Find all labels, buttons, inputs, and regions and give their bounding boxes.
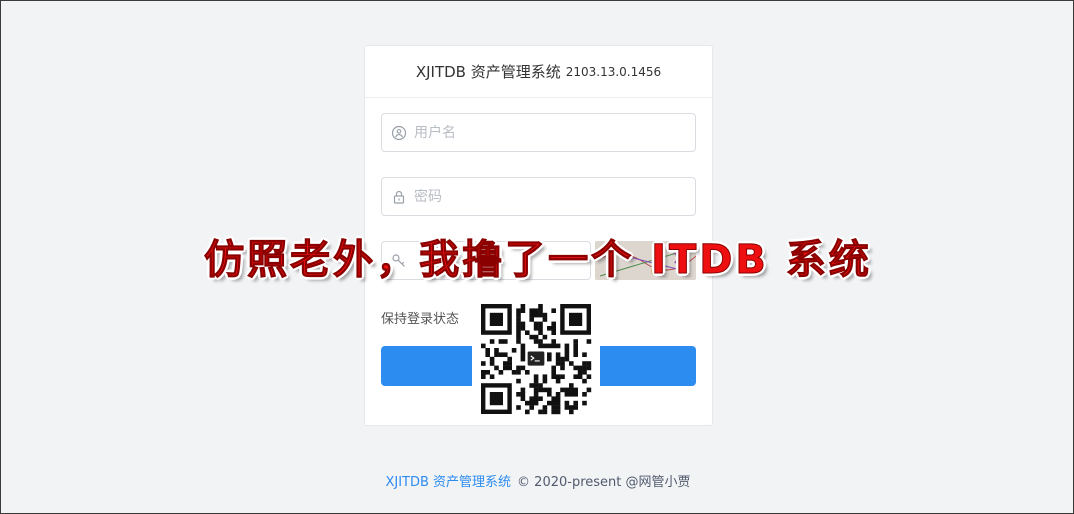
terminal-icon bbox=[527, 351, 545, 366]
username-field[interactable] bbox=[381, 113, 696, 152]
app-version: 2103.13.0.1456 bbox=[565, 64, 662, 79]
app-title: XJITDB 资产管理系统 bbox=[415, 63, 561, 81]
footer: XJITDB 资产管理系统 © 2020-present @网管小贾 bbox=[1, 471, 1074, 490]
footer-brand-link[interactable]: XJITDB 资产管理系统 bbox=[385, 475, 511, 490]
page-frame: XJITDB 资产管理系统 2103.13.0.1456 用户名 保持登录状态 … bbox=[0, 0, 1074, 514]
captcha-image[interactable] bbox=[595, 241, 696, 280]
password-input[interactable] bbox=[414, 188, 695, 205]
login-card-header: XJITDB 资产管理系统 2103.13.0.1456 bbox=[365, 46, 712, 98]
qr-code-icon bbox=[472, 299, 600, 420]
lock-icon bbox=[384, 189, 414, 205]
username-input[interactable] bbox=[414, 124, 695, 141]
captcha-field[interactable] bbox=[381, 241, 591, 280]
password-field[interactable] bbox=[381, 177, 696, 216]
remember-login-label[interactable]: 保持登录状态 bbox=[381, 308, 459, 327]
footer-copyright: © 2020-present @网管小贾 bbox=[517, 475, 691, 490]
user-icon bbox=[384, 125, 414, 141]
key-icon bbox=[384, 253, 414, 269]
captcha-input[interactable] bbox=[414, 252, 590, 269]
